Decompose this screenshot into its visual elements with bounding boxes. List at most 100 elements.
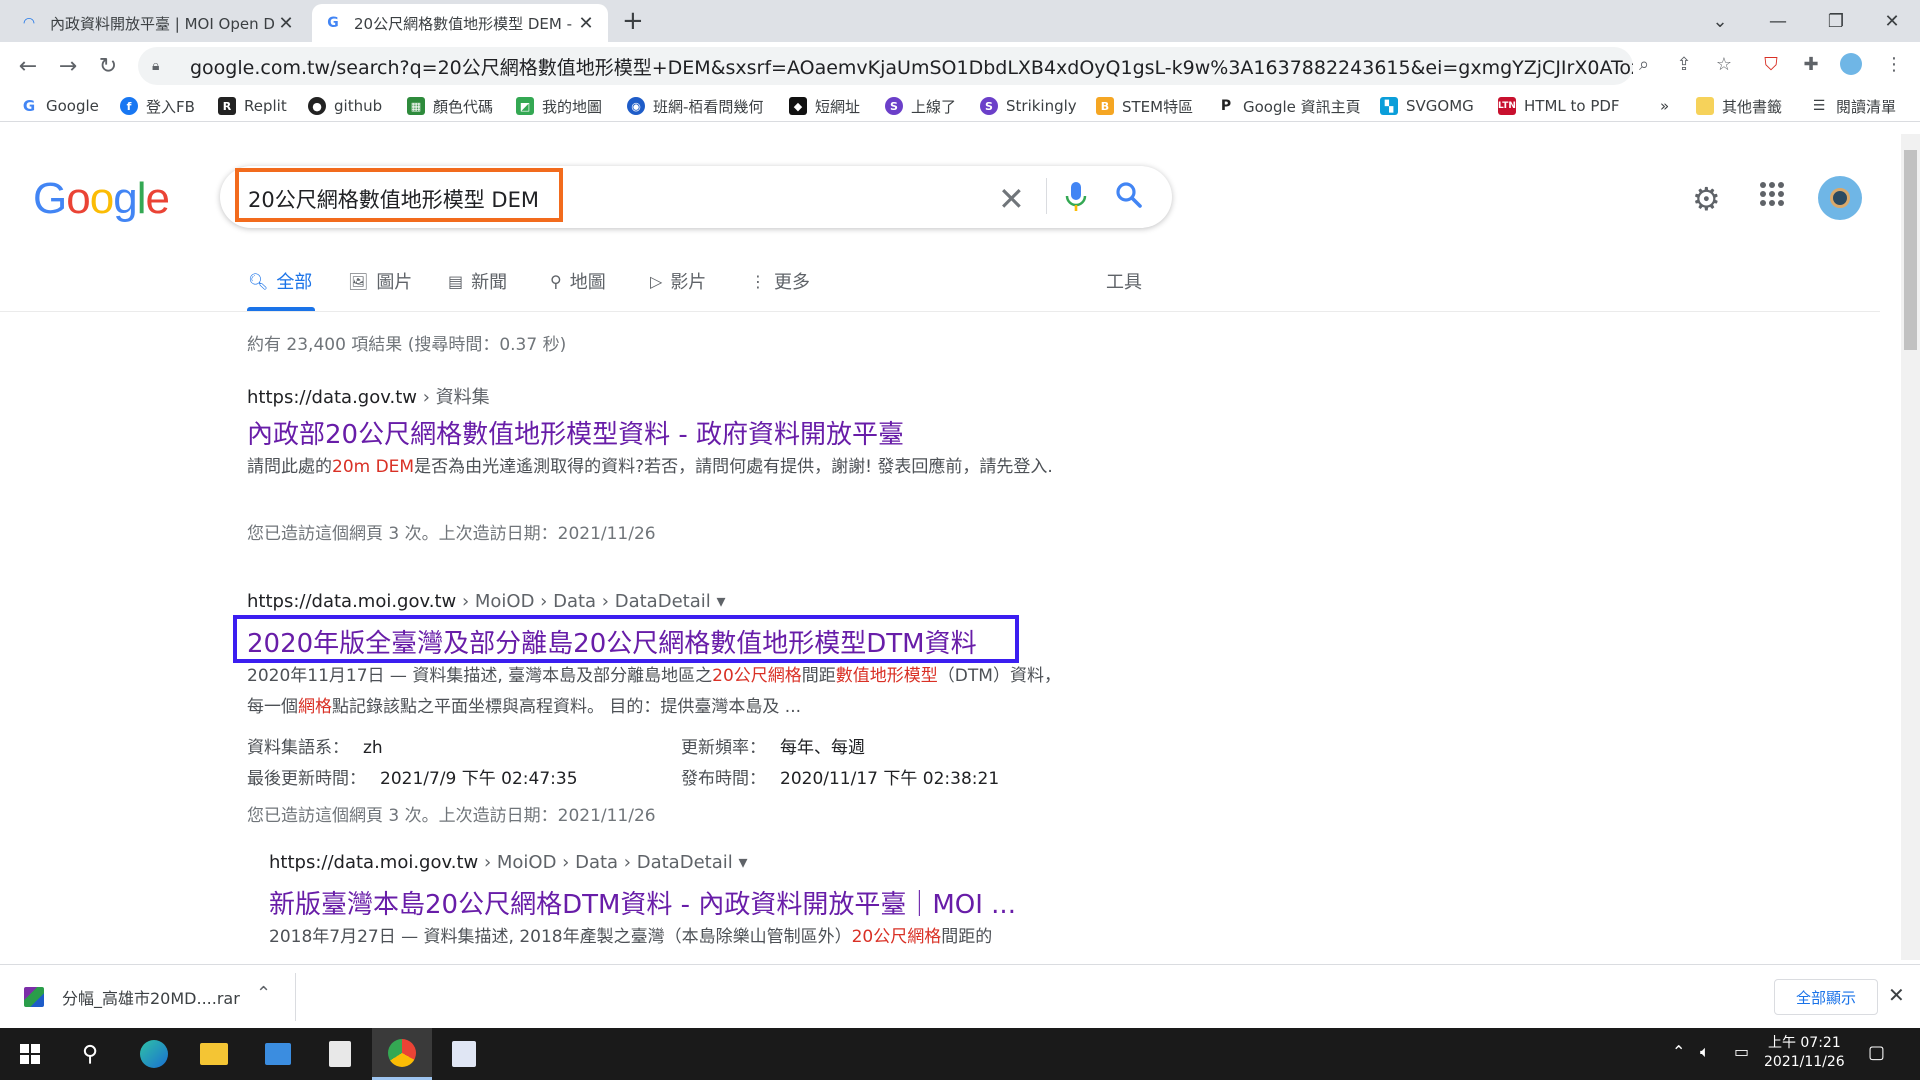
bookmark-label: 我的地圖 <box>542 97 603 116</box>
bookmark-mymaps[interactable]: ◩ 我的地圖 <box>516 94 602 118</box>
tab-videos[interactable]: ▷ 影片 <box>650 268 706 294</box>
file-explorer-icon[interactable] <box>184 1028 244 1080</box>
settings-gear-icon[interactable]: ⚙ <box>1692 180 1721 218</box>
bookmark-github[interactable]: ● github <box>308 94 382 118</box>
bookmark-strikingly[interactable]: S Strikingly <box>980 94 1077 118</box>
bookmark-label: 上線了 <box>911 97 957 116</box>
volume-icon[interactable]: 🔈︎ <box>1700 1042 1710 1062</box>
result-cite[interactable]: https://data.gov.tw › 資料集 <box>247 383 490 409</box>
notification-icon[interactable]: ▢ <box>1868 1042 1885 1063</box>
result-cite[interactable]: https://data.moi.gov.tw › MoiOD › Data ›… <box>269 852 748 873</box>
bookmark-colors[interactable]: ▦ 顏色代碼 <box>407 94 493 118</box>
snippet-highlight: 20公尺網格 <box>851 927 942 947</box>
tab-google-search[interactable]: G 20公尺網格數值地形模型 DEM - ✕ <box>312 4 608 42</box>
tab-label: 更多 <box>774 272 810 293</box>
bookmark-star-icon[interactable]: ☆ <box>1710 50 1738 78</box>
shorturl-icon: ◆ <box>789 97 807 115</box>
back-button[interactable]: ← <box>14 52 42 80</box>
scrollbar-thumb[interactable] <box>1904 150 1917 350</box>
strikingly-s-icon: S <box>885 97 903 115</box>
tab-images[interactable]: 🖼︎ 圖片 <box>348 268 412 294</box>
notepad-icon[interactable] <box>310 1028 370 1080</box>
extension-shield-icon[interactable]: ⛉ <box>1757 50 1785 78</box>
result-title-link[interactable]: 新版臺灣本島20公尺網格DTM資料 - 內政資料開放平臺｜MOI ... <box>269 884 1016 921</box>
outlook-icon[interactable] <box>248 1028 308 1080</box>
bookmark-other[interactable]: 其他書籤 <box>1696 94 1782 118</box>
taskbar-search-icon[interactable]: ⚲ <box>60 1028 120 1080</box>
zoom-icon[interactable]: ⌕ <box>1630 50 1658 78</box>
tray-chevron-icon[interactable]: ⌃ <box>1672 1042 1685 1061</box>
search-icon[interactable] <box>1114 180 1144 210</box>
cite-menu-chevron-icon[interactable]: ▾ <box>738 852 747 873</box>
bookmark-label: github <box>334 97 383 115</box>
chevron-up-icon[interactable]: ⌃ <box>256 983 271 1004</box>
system-clock[interactable]: 上午 07:21 2021/11/26 <box>1764 1034 1845 1072</box>
microphone-icon[interactable] <box>1064 180 1088 214</box>
clear-icon[interactable]: ✕ <box>998 180 1025 218</box>
bookmark-fb[interactable]: f 登入FB <box>120 94 195 118</box>
close-icon[interactable]: ✕ <box>1888 983 1905 1007</box>
reload-button[interactable]: ↻ <box>94 52 122 80</box>
tab-search-icon[interactable]: ⌄ <box>1690 4 1750 38</box>
show-all-button[interactable]: 全部顯示 <box>1774 979 1878 1015</box>
edge-icon[interactable] <box>124 1028 184 1080</box>
browser-toolbar: ← → ↻ 🔒︎ google.com.tw/search?q=20公尺網格數值… <box>0 42 1920 90</box>
bookmark-google-home[interactable]: P Google 資訊主頁 <box>1217 94 1361 118</box>
bookmark-shorturl[interactable]: ◆ 短網址 <box>789 94 860 118</box>
cite-menu-chevron-icon[interactable]: ▾ <box>716 591 725 612</box>
chrome-taskbar-icon[interactable] <box>372 1028 432 1080</box>
search-input[interactable]: 20公尺網格數值地形模型 DEM <box>248 184 539 214</box>
result-title-link[interactable]: 內政部20公尺網格數值地形模型資料 - 政府資料開放平臺 <box>247 414 904 451</box>
meta-published: 發布時間： 2020/11/17 下午 02:38:21 <box>681 764 999 789</box>
app-icon[interactable] <box>434 1028 494 1080</box>
close-tab-icon[interactable]: ✕ <box>576 13 596 34</box>
cite-breadcrumb: › MoiOD › Data › DataDetail <box>456 591 711 612</box>
result-cite[interactable]: https://data.moi.gov.tw › MoiOD › Data ›… <box>247 591 726 612</box>
snippet-text: 2020年11月17日 — 資料集描述, 臺灣本島及部分離島地區之 <box>247 666 713 686</box>
tab-news[interactable]: ▤ 新聞 <box>448 268 507 294</box>
tab-more[interactable]: ⋮ 更多 <box>750 268 810 294</box>
bookmark-replit[interactable]: R Replit <box>218 94 287 118</box>
tab-moi[interactable]: ◠ 內政資料開放平臺 | MOI Open D ✕ <box>8 4 308 42</box>
tab-maps[interactable]: ⚲ 地圖 <box>550 268 606 294</box>
download-item[interactable]: 分幅_高雄市20MD....rar <box>24 985 240 1009</box>
bookmark-stem[interactable]: B STEM特區 <box>1096 94 1193 118</box>
menu-kebab-icon[interactable]: ⋮ <box>1880 50 1908 78</box>
blogger-icon: B <box>1096 97 1114 115</box>
new-tab-button[interactable]: + <box>622 6 644 36</box>
maps-icon: ◩ <box>516 97 534 115</box>
tab-all[interactable]: 🔍︎ 全部 <box>248 268 312 294</box>
bookmark-reading-list[interactable]: ☰ 閱讀清單 <box>1810 94 1896 118</box>
bookmarks-overflow-button[interactable]: » <box>1660 94 1669 118</box>
bookmark-google[interactable]: G Google <box>20 94 99 118</box>
bookmark-label: SVGOMG <box>1406 97 1474 115</box>
minimize-button[interactable]: — <box>1748 4 1808 38</box>
profile-avatar-icon[interactable] <box>1837 50 1865 78</box>
meta-value: 2020/11/17 下午 02:38:21 <box>780 769 1000 789</box>
close-tab-icon[interactable]: ✕ <box>276 13 296 34</box>
bookmark-html-pdf[interactable]: LTN HTML to PDF <box>1498 94 1620 118</box>
start-button[interactable] <box>0 1028 60 1080</box>
snippet-text: 間距的 <box>941 927 993 947</box>
apps-grid-icon[interactable] <box>1760 182 1784 206</box>
bookmark-svgomg[interactable]: ▚ SVGOMG <box>1380 94 1474 118</box>
network-icon[interactable]: ▭ <box>1734 1042 1749 1061</box>
window-close-button[interactable]: ✕ <box>1862 4 1920 38</box>
tools-button[interactable]: 工具 <box>1106 268 1142 294</box>
extensions-puzzle-icon[interactable]: ✚ <box>1797 50 1825 78</box>
image-icon: 🖼︎ <box>348 271 369 291</box>
bookmark-label: 登入FB <box>146 97 195 116</box>
address-bar[interactable]: 🔒︎ google.com.tw/search?q=20公尺網格數值地形模型+D… <box>138 47 1633 85</box>
snippet-text: 請問此處的 <box>247 457 332 477</box>
forward-button[interactable]: → <box>54 52 82 80</box>
download-divider <box>295 973 296 1021</box>
restore-button[interactable]: ❐ <box>1806 4 1866 38</box>
result-title-link[interactable]: 2020年版全臺灣及部分離島20公尺網格數值地形模型DTM資料 <box>247 623 977 660</box>
tab-title: 20公尺網格數值地形模型 DEM - <box>354 14 573 33</box>
share-icon[interactable]: ⇪ <box>1670 50 1698 78</box>
google-logo[interactable]: Google <box>33 174 170 224</box>
bookmark-geometry[interactable]: ◉ 班網-栢看問幾何 <box>627 94 763 118</box>
bookmark-online[interactable]: S 上線了 <box>885 94 956 118</box>
avatar[interactable] <box>1818 176 1862 220</box>
meta-label: 發布時間： <box>681 769 766 789</box>
